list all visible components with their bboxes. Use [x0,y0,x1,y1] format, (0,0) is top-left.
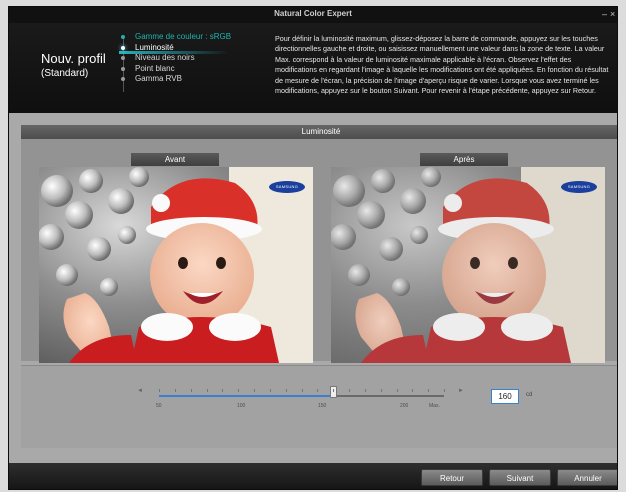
decrease-arrow-icon[interactable]: ◄ [137,388,143,394]
slider-tick [222,389,224,392]
step-label: Niveau des noirs [135,53,195,62]
tick-label: 150 [318,403,327,409]
step-label: Gamme de couleur : sRGB [135,32,232,41]
section-title: Luminosité [301,127,341,136]
samsung-logo-icon: SAMSUNG [269,181,305,193]
preview-panel: Avant Après SAMSUNG SAMSUNG [21,139,617,363]
slider-tick [364,389,366,392]
slider-tick [285,389,287,392]
slider-tick [206,389,208,392]
tick-label: 50 [156,403,162,409]
back-button[interactable]: Retour [421,469,483,486]
samsung-logo-icon: SAMSUNG [561,181,597,193]
profile-name: Nouv. profil [41,51,106,66]
before-image: SAMSUNG [39,167,313,363]
slider-tick [333,389,335,392]
slider-tick [269,389,271,392]
step-label: Point blanc [135,63,175,73]
step-black-level: Niveau des noirs [119,53,269,63]
natural-color-expert-window: Natural Color Expert – × Nouv. profil (S… [8,6,618,490]
profile-subtitle: (Standard) [41,68,89,79]
window-title: Natural Color Expert [274,9,352,18]
slider-tick [174,389,176,392]
step-dot-icon [121,35,125,39]
before-tab: Avant [131,153,219,166]
cancel-button[interactable]: Annuler [557,469,617,486]
brightness-slider-thumb[interactable] [330,386,338,398]
footer: Retour Suivant Annuler [9,463,617,489]
after-tab: Après [420,153,508,166]
slider-tick [428,389,430,392]
increase-arrow-icon[interactable]: ► [458,388,464,394]
main-content: Luminosité Avant Après SAMSUNG SAMSUNG ◄… [9,113,617,463]
slider-tick [349,389,350,392]
step-label: Luminosité [135,42,174,52]
slider-tick [254,389,255,392]
brightness-value-input[interactable]: 160 [491,389,519,404]
title-bar: Natural Color Expert – × [9,7,617,23]
step-label: Gamma RVB [135,74,182,83]
slider-tick [412,389,414,392]
step-gamma-rgb: Gamma RVB [119,74,269,84]
step-brightness: Luminosité [119,42,269,54]
instruction-text: Pour définir la luminosité maximum, glis… [275,34,609,96]
slider-tick [444,389,445,392]
brightness-slider-area: ◄ ► 50 100 150 200 Max. 160 cd [21,365,617,448]
tick-label: Max. [429,403,440,409]
next-button[interactable]: Suivant [489,469,551,486]
brightness-slider-fill [159,395,334,397]
slider-tick [380,389,382,392]
slider-tick [238,389,240,392]
after-image: SAMSUNG [331,167,605,363]
tick-label: 200 [400,403,409,409]
step-list: Gamme de couleur : sRGB Luminosité Nivea… [119,32,269,92]
tick-label: 100 [237,403,246,409]
step-dot-icon [121,56,125,60]
step-dot-icon [121,45,125,50]
slider-tick [396,389,398,392]
close-icon[interactable]: × [610,9,615,19]
step-dot-icon [121,66,125,71]
brightness-unit: cd [526,392,533,398]
slider-tick [317,389,319,392]
step-white-point: Point blanc [119,64,269,74]
slider-tick [159,389,160,392]
header: Nouv. profil (Standard) Gamme de couleur… [9,23,617,113]
brightness-slider-track[interactable] [159,386,445,398]
minimize-icon[interactable]: – [602,9,607,19]
step-dot-icon [121,77,125,81]
step-color-gamut: Gamme de couleur : sRGB [119,32,269,42]
section-header: Luminosité [21,125,617,140]
slider-tick [190,389,192,392]
baby-photo-adjusted [331,167,605,363]
baby-photo [39,167,313,363]
slider-tick [301,389,303,392]
